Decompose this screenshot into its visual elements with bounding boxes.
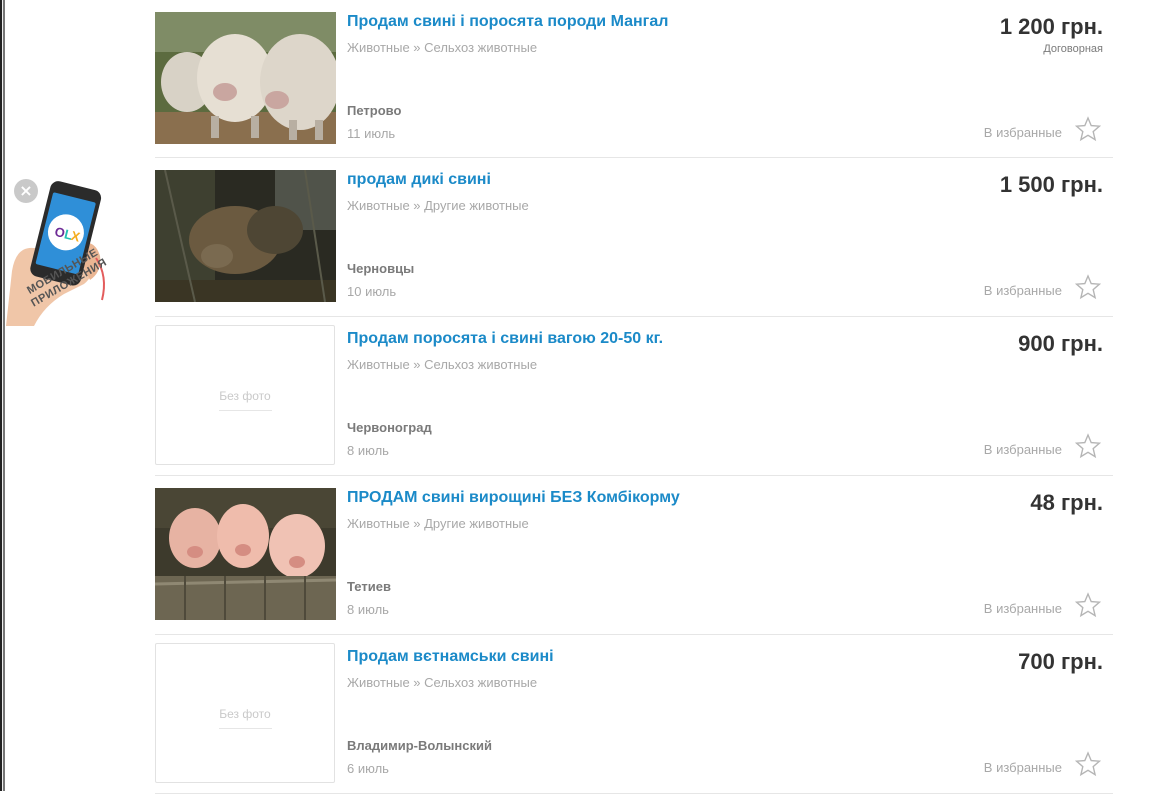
listing-item: продам дикі свині Животные » Другие живо… bbox=[155, 158, 1113, 317]
listing-price: 1 500 грн. bbox=[999, 172, 1103, 197]
star-icon[interactable] bbox=[1075, 274, 1101, 300]
add-to-favorites-label[interactable]: В избранные bbox=[984, 125, 1062, 140]
listing-price: 700 грн. bbox=[1018, 649, 1103, 674]
window-edge bbox=[0, 0, 5, 791]
mobile-apps-promo[interactable]: × O L X МОБИЛЬНЫЕ ПРИЛОЖЕНИЯ bbox=[4, 176, 114, 366]
listing-item: Без фото Продам вєтнамськи свині Животны… bbox=[155, 635, 1113, 794]
listing-date: 11 июль bbox=[347, 126, 396, 141]
listing-price: 900 грн. bbox=[1018, 331, 1103, 356]
listing-title[interactable]: Продам вєтнамськи свині bbox=[347, 648, 554, 666]
listing-price: 1 200 грн. bbox=[999, 14, 1103, 39]
listing-item: Продам свині і поросята породи Мангал Жи… bbox=[155, 0, 1113, 158]
listing-title[interactable]: Продам поросята і свині вагою 20-50 кг. bbox=[347, 330, 663, 348]
divider bbox=[219, 728, 272, 729]
listing-date: 10 июль bbox=[347, 284, 397, 299]
negotiable-label: Договорная bbox=[1043, 43, 1103, 55]
star-icon[interactable] bbox=[1075, 116, 1101, 142]
add-to-favorites-label[interactable]: В избранные bbox=[984, 760, 1062, 775]
listing-category: Животные » Другие животные bbox=[347, 198, 529, 213]
no-photo-label: Без фото bbox=[219, 389, 271, 403]
listing-title[interactable]: ПРОДАМ свині вирощині БЕЗ Комбікорму bbox=[347, 489, 680, 507]
listing-date: 6 июль bbox=[347, 761, 389, 776]
listing-photo[interactable] bbox=[155, 170, 336, 302]
listing-date: 8 июль bbox=[347, 443, 389, 458]
listing-city: Тетиев bbox=[347, 579, 391, 594]
listing-title[interactable]: продам дикі свині bbox=[347, 171, 491, 189]
listing-city: Петрово bbox=[347, 103, 402, 118]
listing-category: Животные » Сельхоз животные bbox=[347, 40, 538, 55]
star-icon[interactable] bbox=[1075, 592, 1101, 618]
listing-list: Продам свині і поросята породи Мангал Жи… bbox=[155, 0, 1113, 794]
listing-photo[interactable] bbox=[155, 12, 336, 144]
listing-city: Владимир-Волынский bbox=[347, 738, 492, 753]
listing-city: Черновцы bbox=[347, 261, 415, 276]
no-photo-label: Без фото bbox=[219, 707, 271, 721]
no-photo-placeholder[interactable]: Без фото bbox=[155, 643, 335, 783]
listing-category: Животные » Сельхоз животные bbox=[347, 357, 538, 372]
star-icon[interactable] bbox=[1075, 751, 1101, 777]
star-icon[interactable] bbox=[1075, 433, 1101, 459]
add-to-favorites-label[interactable]: В избранные bbox=[984, 601, 1062, 616]
add-to-favorites-label[interactable]: В избранные bbox=[984, 442, 1062, 457]
listing-photo[interactable] bbox=[155, 488, 336, 620]
listing-category: Животные » Другие животные bbox=[347, 516, 529, 531]
listing-date: 8 июль bbox=[347, 602, 389, 617]
listing-price: 48 грн. bbox=[1030, 490, 1103, 515]
listing-item: Без фото Продам поросята і свині вагою 2… bbox=[155, 317, 1113, 476]
listing-city: Червоноград bbox=[347, 420, 432, 435]
no-photo-placeholder[interactable]: Без фото bbox=[155, 325, 335, 465]
listing-item: ПРОДАМ свині вирощині БЕЗ Комбікорму Жив… bbox=[155, 476, 1113, 635]
listing-title[interactable]: Продам свині і поросята породи Мангал bbox=[347, 13, 668, 31]
listing-category: Животные » Сельхоз животные bbox=[347, 675, 538, 690]
divider bbox=[219, 410, 272, 411]
close-icon[interactable]: × bbox=[14, 179, 38, 203]
add-to-favorites-label[interactable]: В избранные bbox=[984, 283, 1062, 298]
